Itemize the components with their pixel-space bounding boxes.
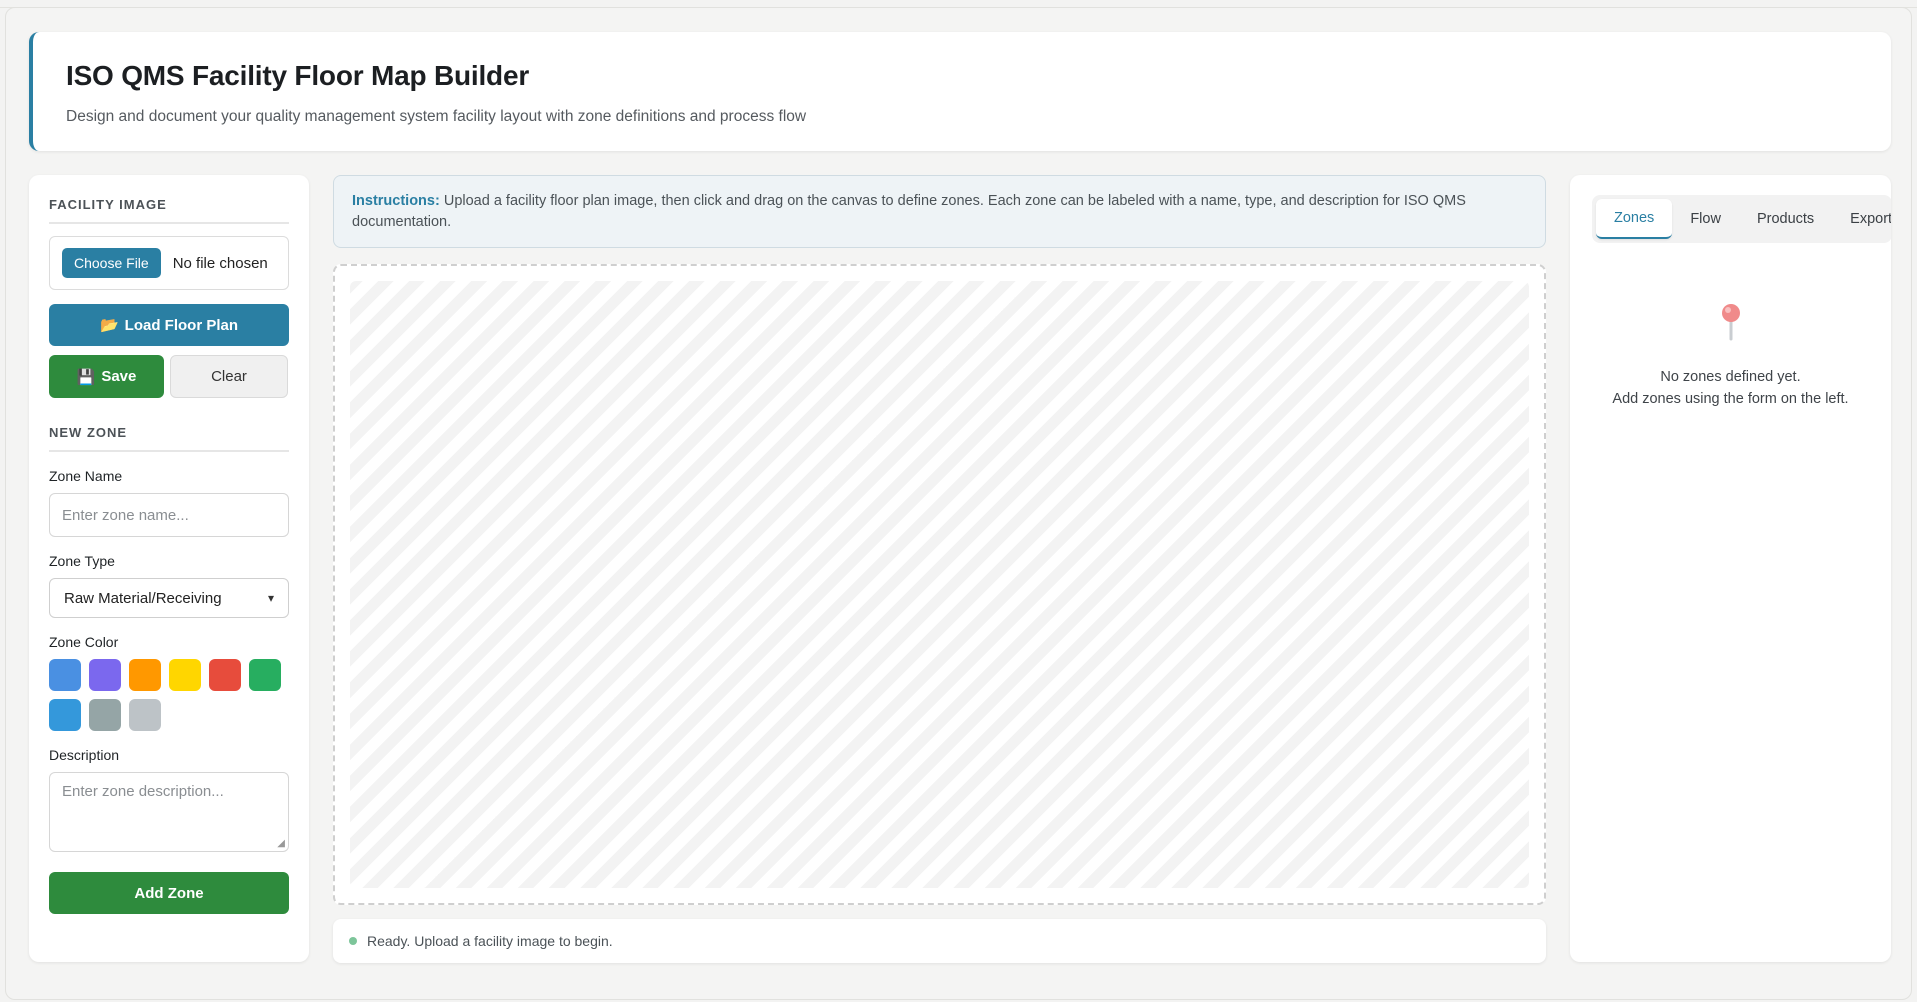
choose-file-button[interactable]: Choose File: [62, 248, 161, 278]
left-sidebar: FACILITY IMAGE Choose File No file chose…: [29, 175, 309, 962]
tab-zones[interactable]: Zones: [1596, 199, 1673, 239]
instructions-label: Instructions:: [352, 193, 440, 209]
zone-color-swatch[interactable]: [49, 659, 81, 691]
zone-type-value: Raw Material/Receiving: [64, 589, 222, 607]
zone-color-swatches: [49, 659, 294, 731]
file-input[interactable]: Choose File No file chosen: [49, 236, 289, 290]
tab-products[interactable]: Products: [1739, 199, 1832, 239]
load-floor-plan-label: Load Floor Plan: [124, 316, 239, 334]
status-bar: Ready. Upload a facility image to begin.: [333, 919, 1546, 963]
empty-message-line1: No zones defined yet.: [1660, 369, 1801, 385]
status-text: Ready. Upload a facility image to begin.: [367, 933, 613, 949]
instructions-banner: Instructions: Upload a facility floor pl…: [333, 175, 1546, 248]
page-title: ISO QMS Facility Floor Map Builder: [66, 60, 530, 91]
tab-flow[interactable]: Flow: [1672, 199, 1739, 239]
zone-color-swatch[interactable]: [89, 699, 121, 731]
pushpin-icon: [1720, 303, 1742, 346]
add-zone-button[interactable]: Add Zone: [49, 872, 289, 914]
description-placeholder: Enter zone description...: [62, 783, 224, 800]
zone-color-swatch[interactable]: [89, 659, 121, 691]
file-status-text: No file chosen: [172, 254, 268, 272]
zone-color-swatch[interactable]: [209, 659, 241, 691]
right-sidebar: Zones Flow Products Export No zones defi…: [1570, 175, 1891, 962]
load-floor-plan-button[interactable]: 📂 Load Floor Plan: [49, 304, 289, 346]
canvas-container: [333, 264, 1546, 905]
floppy-disk-icon: 💾: [76, 368, 96, 386]
zone-color-swatch[interactable]: [129, 659, 161, 691]
zone-color-swatch[interactable]: [169, 659, 201, 691]
page-subtitle: Design and document your quality managem…: [66, 108, 807, 125]
tab-export[interactable]: Export: [1832, 199, 1891, 239]
zone-type-label: Zone Type: [49, 553, 115, 569]
zone-color-label: Zone Color: [49, 634, 119, 650]
facility-image-heading: FACILITY IMAGE: [49, 197, 289, 224]
resize-handle-icon[interactable]: ◢: [277, 838, 285, 849]
zone-name-input[interactable]: [49, 493, 289, 537]
zone-color-swatch[interactable]: [129, 699, 161, 731]
folder-icon: 📂: [99, 317, 119, 334]
zone-name-label: Zone Name: [49, 468, 123, 484]
page-header: ISO QMS Facility Floor Map Builder Desig…: [29, 32, 1891, 151]
save-button[interactable]: 💾 Save: [49, 355, 164, 398]
zone-type-select[interactable]: Raw Material/Receiving ▾: [49, 578, 289, 618]
empty-message-line2: Add zones using the form on the left.: [1612, 391, 1849, 407]
save-clear-row: 💾 Save Clear: [49, 355, 289, 398]
save-label: Save: [101, 368, 137, 385]
zones-empty-state: No zones defined yet. Add zones using th…: [1592, 303, 1869, 410]
sidebar-tabs: Zones Flow Products Export: [1592, 195, 1891, 243]
description-textarea[interactable]: Enter zone description... ◢: [49, 772, 289, 852]
description-label: Description: [49, 747, 120, 763]
clear-button[interactable]: Clear: [170, 355, 288, 398]
zone-color-swatch[interactable]: [49, 699, 81, 731]
status-indicator-icon: [349, 937, 357, 945]
new-zone-heading: NEW ZONE: [49, 425, 289, 452]
instructions-text: Upload a facility floor plan image, then…: [352, 193, 1466, 230]
zone-color-swatch[interactable]: [249, 659, 281, 691]
chevron-down-icon: ▾: [267, 591, 274, 605]
floor-plan-canvas[interactable]: [350, 281, 1529, 888]
